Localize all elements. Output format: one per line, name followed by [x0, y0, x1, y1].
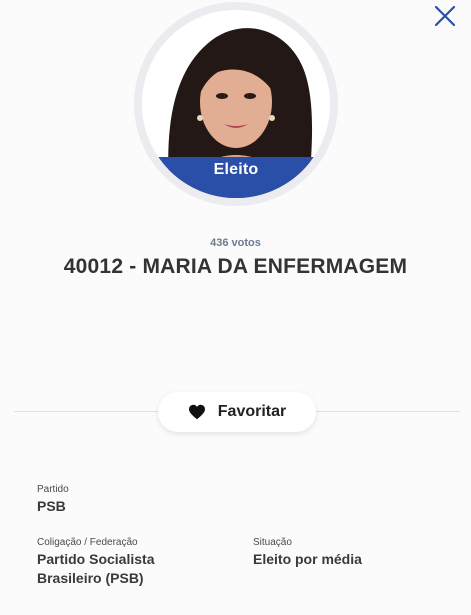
candidate-name: 40012 - MARIA DA ENFERMAGEM [63, 255, 408, 278]
favorite-label: Favoritar [217, 403, 287, 420]
close-button[interactable] [433, 4, 457, 28]
coligacao-value-line1: Partido Socialista [37, 551, 155, 567]
situacao-value: Eleito por média [253, 551, 362, 567]
vote-count: 436 votos [210, 237, 261, 249]
partido-label: Partido [37, 484, 69, 495]
coligacao-label: Coligação / Federação [37, 537, 138, 548]
coligacao-value-line2: Brasileiro (PSB) [37, 570, 144, 586]
avatar: Eleito [142, 10, 330, 198]
status-badge: Eleito [142, 157, 330, 198]
situacao-label: Situação [253, 537, 292, 548]
heart-icon [188, 404, 205, 420]
partido-value: PSB [37, 498, 66, 514]
close-icon[interactable] [433, 4, 457, 28]
favorite-button[interactable]: Favoritar [158, 392, 316, 432]
candidate-detail-panel: Eleito 436 votos 40012 - MARIA DA ENFERM… [0, 0, 471, 615]
